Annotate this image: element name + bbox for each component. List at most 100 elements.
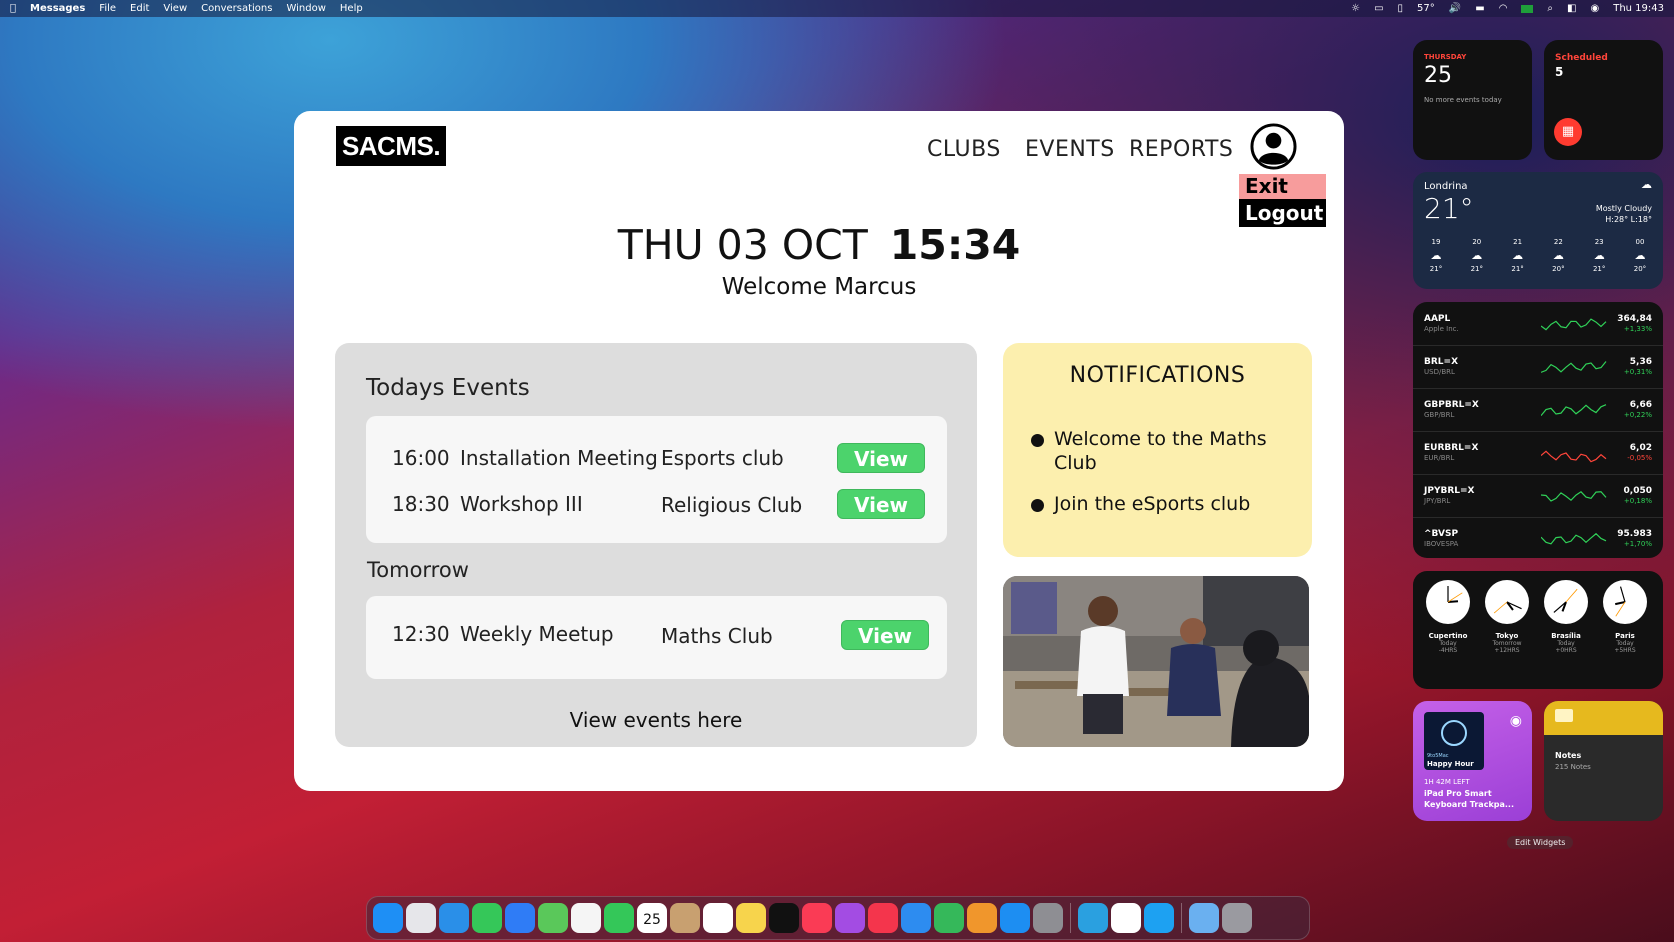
edit-widgets-button[interactable]: Edit Widgets: [1507, 836, 1574, 849]
notes-app-icon[interactable]: [736, 903, 766, 933]
flag-icon[interactable]: [1521, 4, 1534, 13]
brightness-icon[interactable]: ☼: [1351, 3, 1360, 14]
clock-day: Tomorrow: [1492, 640, 1522, 647]
stock-change: +0,22%: [1623, 411, 1652, 419]
clock-city: Tokyo: [1495, 632, 1519, 640]
nav-clubs[interactable]: CLUBS: [927, 137, 1001, 162]
stock-name: JPY/BRL: [1424, 497, 1451, 505]
calendar-app-icon[interactable]: 25: [637, 903, 667, 933]
world-clock[interactable]: Cupertino Today -4HRS: [1423, 579, 1473, 654]
event-row: 16:00 Installation Meeting Esports club …: [366, 443, 947, 476]
dock-separator: [1070, 903, 1071, 933]
numbers-icon[interactable]: [934, 903, 964, 933]
user-avatar-icon[interactable]: [1250, 123, 1297, 170]
display-icon[interactable]: ▭: [1374, 3, 1383, 14]
stock-row[interactable]: AAPL Apple Inc. 364,84 +1,33%: [1413, 310, 1663, 346]
siri-icon[interactable]: ◉: [1590, 3, 1599, 14]
clock-day: Today: [1616, 640, 1634, 647]
stock-row[interactable]: JPYBRL=X JPY/BRL 0,050 +0,18%: [1413, 482, 1663, 518]
cloud-icon: ☁: [1641, 178, 1652, 191]
notifications-heading: NOTIFICATIONS: [1069, 363, 1246, 388]
photos-icon[interactable]: [571, 903, 601, 933]
menu-view[interactable]: View: [163, 3, 187, 14]
facetime-icon[interactable]: [604, 903, 634, 933]
tv-icon[interactable]: [769, 903, 799, 933]
date-time-display: THU 03 OCT 15:34: [294, 221, 1344, 269]
weather-widget[interactable]: Londrina 21° ☁ Mostly Cloudy H:28° L:18°…: [1413, 172, 1663, 289]
folder-icon[interactable]: [1189, 903, 1219, 933]
view-events-link[interactable]: View events here: [335, 708, 977, 732]
pages-icon[interactable]: [967, 903, 997, 933]
menu-app-name[interactable]: Messages: [30, 3, 85, 14]
view-event-button[interactable]: View: [837, 489, 925, 519]
menu-edit[interactable]: Edit: [130, 3, 149, 14]
spotlight-icon[interactable]: ⌕: [1547, 3, 1553, 14]
telegram-icon[interactable]: [1078, 903, 1108, 933]
stock-name: USD/BRL: [1424, 368, 1455, 376]
stocks-widget[interactable]: AAPL Apple Inc. 364,84 +1,33% BRL=X USD/B…: [1413, 302, 1663, 558]
world-clock[interactable]: Tokyo Tomorrow +12HRS: [1482, 579, 1532, 654]
mail-icon[interactable]: [505, 903, 535, 933]
system-preferences-icon[interactable]: [1033, 903, 1063, 933]
world-clock[interactable]: Paris Today +5HRS: [1600, 579, 1650, 654]
news-icon[interactable]: [868, 903, 898, 933]
stock-symbol: JPYBRL=X: [1424, 486, 1475, 496]
reminders-icon[interactable]: [703, 903, 733, 933]
messages-icon[interactable]: [472, 903, 502, 933]
stock-row[interactable]: ^BVSP IBOVESPA 95.983 +1,70%: [1413, 525, 1663, 561]
trash-icon[interactable]: [1222, 903, 1252, 933]
weather-status[interactable]: 57°: [1417, 3, 1435, 14]
podcasts-widget[interactable]: 9to5Mac Happy Hour ◉ 1H 42M LEFT iPad Pr…: [1413, 701, 1532, 821]
notification-item[interactable]: Welcome to the Maths Club: [1031, 427, 1291, 475]
event-time: 18:30: [392, 492, 450, 516]
menu-window[interactable]: Window: [286, 3, 325, 14]
reminders-widget[interactable]: Scheduled 5 ▦: [1544, 40, 1663, 160]
classroom-photo: [1003, 576, 1309, 747]
finder-icon[interactable]: [373, 903, 403, 933]
notes-title: Notes: [1555, 751, 1582, 760]
menu-conversations[interactable]: Conversations: [201, 3, 272, 14]
nav-events[interactable]: EVENTS: [1025, 137, 1115, 162]
menu-help[interactable]: Help: [340, 3, 363, 14]
slack-icon[interactable]: [1111, 903, 1141, 933]
safari-icon[interactable]: [439, 903, 469, 933]
launchpad-icon[interactable]: [406, 903, 436, 933]
notes-widget[interactable]: Notes 215 Notes: [1544, 701, 1663, 821]
world-clock-widget[interactable]: Cupertino Today -4HRS Tokyo Tomorrow +12…: [1413, 571, 1663, 689]
stock-row[interactable]: GBPBRL=X GBP/BRL 6,66 +0,22%: [1413, 396, 1663, 432]
event-club: Esports club: [661, 446, 784, 470]
menu-clock[interactable]: Thu 19:43: [1613, 3, 1664, 14]
sacms-logo[interactable]: SACMS.: [336, 126, 446, 166]
apple-icon[interactable]: : [10, 3, 16, 14]
control-center-icon[interactable]: ◧: [1567, 3, 1576, 14]
menu-file[interactable]: File: [99, 3, 116, 14]
exit-button[interactable]: Exit: [1239, 174, 1326, 199]
world-clock[interactable]: Brasília Today +0HRS: [1541, 579, 1591, 654]
view-event-button[interactable]: View: [841, 620, 929, 650]
view-event-button[interactable]: View: [837, 443, 925, 473]
stock-symbol: EURBRL=X: [1424, 443, 1479, 453]
battery-icon[interactable]: ▬: [1475, 3, 1484, 14]
podcasts-app-icon[interactable]: [835, 903, 865, 933]
stock-price: 6,02: [1629, 443, 1652, 453]
stock-price: 364,84: [1617, 314, 1652, 324]
calendar-widget[interactable]: THURSDAY 25 No more events today: [1413, 40, 1532, 160]
stock-row[interactable]: BRL=X USD/BRL 5,36 +0,31%: [1413, 353, 1663, 389]
clock-city: Paris: [1615, 632, 1635, 640]
music-icon[interactable]: [802, 903, 832, 933]
stock-sparkline: [1541, 491, 1607, 502]
contacts-icon[interactable]: [670, 903, 700, 933]
keynote-icon[interactable]: [901, 903, 931, 933]
wifi-icon[interactable]: ◠: [1499, 3, 1508, 14]
app-store-icon[interactable]: [1000, 903, 1030, 933]
clock-day: Today: [1557, 640, 1575, 647]
sidecar-icon[interactable]: ▯: [1398, 3, 1404, 14]
volume-icon[interactable]: 🔊: [1449, 3, 1461, 14]
maps-icon[interactable]: [538, 903, 568, 933]
stock-row[interactable]: EURBRL=X EUR/BRL 6,02 -0,05%: [1413, 439, 1663, 475]
forecast-hour: 22 ☁ 20°: [1540, 238, 1576, 273]
twitter-icon[interactable]: [1144, 903, 1174, 933]
nav-reports[interactable]: REPORTS: [1129, 137, 1233, 162]
notification-item[interactable]: Join the eSports club: [1031, 492, 1291, 516]
analog-clock-icon: [1485, 580, 1529, 624]
